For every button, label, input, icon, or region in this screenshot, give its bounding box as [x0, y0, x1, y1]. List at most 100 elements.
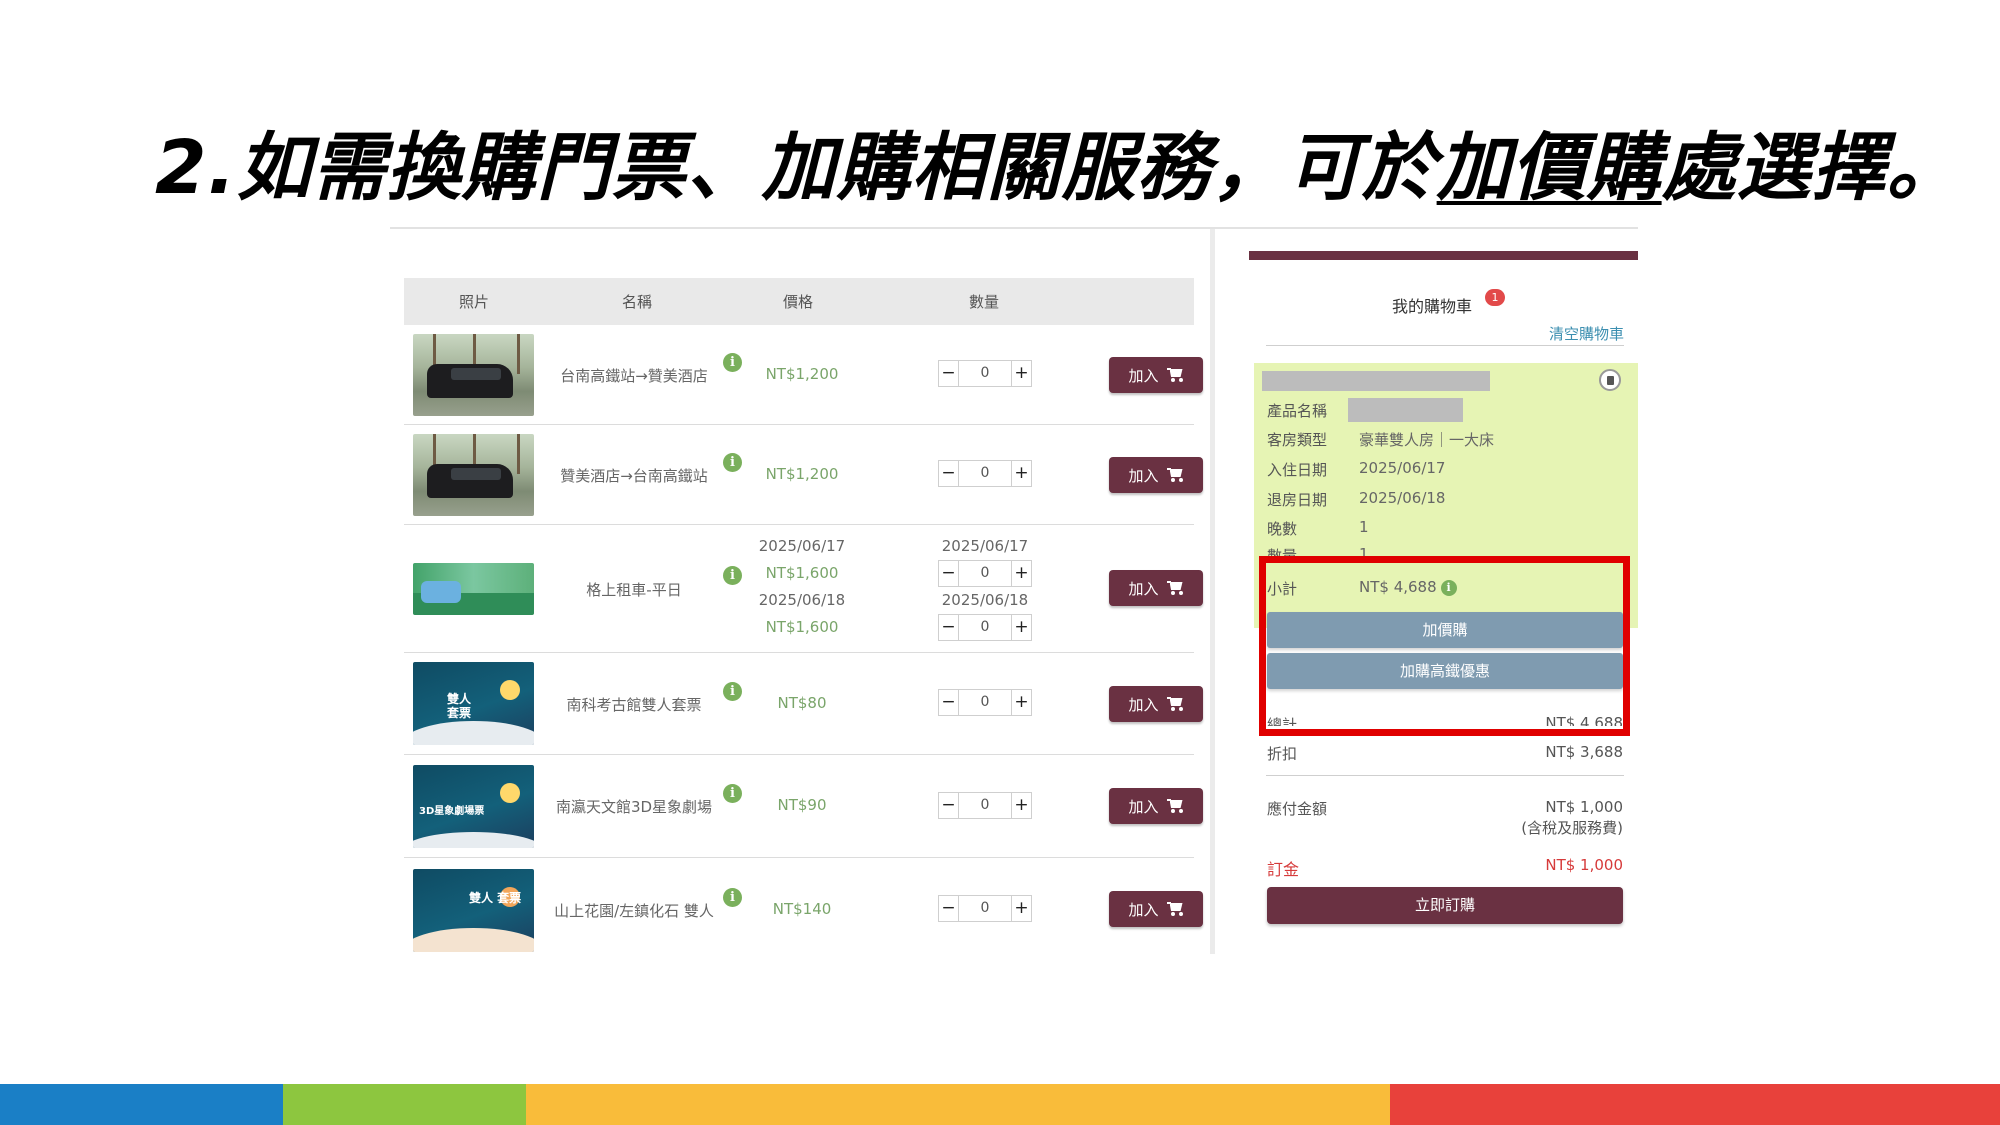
clear-cart-link[interactable]: 清空購物車	[1549, 323, 1624, 344]
info-icon[interactable]: i	[723, 784, 742, 803]
plus-icon[interactable]: +	[1011, 361, 1031, 386]
quantity-value[interactable]: 0	[959, 461, 1011, 486]
detail-value: 2025/06/17	[1359, 459, 1446, 477]
detail-label: 客房類型	[1267, 431, 1328, 449]
quantity-stepper[interactable]: − 0 +	[938, 560, 1032, 587]
plus-icon[interactable]: +	[1011, 793, 1031, 818]
add-button[interactable]: 加入	[1109, 788, 1203, 824]
cart-count-badge: 1	[1485, 289, 1505, 306]
product-price: NT$80	[777, 694, 827, 712]
van-photo-icon	[413, 434, 534, 516]
quantity-stepper[interactable]: − 0 +	[938, 895, 1032, 922]
quantity-value[interactable]: 0	[959, 690, 1011, 715]
cart-icon	[1166, 902, 1184, 916]
cart-icon	[1166, 581, 1184, 595]
poster-text: 雙人 套票	[469, 891, 522, 905]
header-price: 價格	[783, 293, 814, 311]
add-button[interactable]: 加入	[1109, 357, 1203, 393]
product-price: NT$1,600	[765, 564, 839, 582]
quantity-stepper[interactable]: − 0 +	[938, 360, 1032, 387]
plus-icon[interactable]: +	[1011, 461, 1031, 486]
footer-color-band	[0, 1084, 2000, 1125]
date-label: 2025/06/17	[758, 537, 846, 555]
payable-note: (含稅及服務費)	[1521, 819, 1623, 837]
cart-icon	[1166, 697, 1184, 711]
quantity-value[interactable]: 0	[959, 615, 1011, 640]
minus-icon[interactable]: −	[939, 561, 959, 586]
minus-icon[interactable]: −	[939, 793, 959, 818]
product-price: NT$90	[777, 796, 827, 814]
screenshot-top-border	[390, 227, 1638, 229]
footer-blue	[0, 1084, 283, 1125]
plus-icon[interactable]: +	[1011, 690, 1031, 715]
add-button[interactable]: 加入	[1109, 457, 1203, 493]
van-photo-icon	[413, 334, 534, 416]
panel-divider	[1210, 229, 1215, 954]
redacted-product-name	[1348, 398, 1463, 422]
discount-value: NT$ 3,688	[1545, 743, 1623, 761]
observatory-poster-icon: 3D星象劇場票	[413, 765, 534, 848]
info-icon[interactable]: i	[723, 682, 742, 701]
detail-value: 豪華雙人房｜一大床	[1359, 431, 1495, 449]
quantity-stepper[interactable]: − 0 +	[938, 614, 1032, 641]
info-icon[interactable]: i	[723, 353, 742, 372]
product-name: 山上花園/左鎮化石 雙人	[554, 902, 714, 920]
title-underlined-text: 加價購	[1436, 125, 1662, 211]
header-name: 名稱	[622, 293, 653, 311]
trash-icon[interactable]	[1599, 369, 1621, 391]
minus-icon[interactable]: −	[939, 896, 959, 921]
minus-icon[interactable]: −	[939, 461, 959, 486]
minus-icon[interactable]: −	[939, 690, 959, 715]
divider	[1266, 775, 1624, 776]
product-name: 南瀛天文館3D星象劇場	[555, 798, 713, 816]
detail-value: 1	[1359, 545, 1369, 556]
quantity-value[interactable]: 0	[959, 793, 1011, 818]
table-row: 台南高鐵站→贊美酒店 i NT$1,200 − 0 + 加入	[404, 325, 1203, 425]
minus-icon[interactable]: −	[939, 361, 959, 386]
plus-icon[interactable]: +	[1011, 896, 1031, 921]
product-name: 贊美酒店→台南高鐵站	[560, 467, 708, 485]
add-button-label: 加入	[1128, 797, 1159, 816]
date-label: 2025/06/17	[941, 537, 1029, 555]
add-button[interactable]: 加入	[1109, 686, 1203, 722]
plus-icon[interactable]: +	[1011, 615, 1031, 640]
clipped-detail-row: 數量 1	[1249, 545, 1638, 556]
add-button[interactable]: 加入	[1109, 891, 1203, 927]
divider	[1266, 345, 1624, 346]
cart-icon	[1166, 368, 1184, 382]
detail-value: 1	[1359, 518, 1369, 536]
cart-icon	[1166, 799, 1184, 813]
payable-value: NT$ 1,000	[1545, 798, 1623, 816]
order-now-button[interactable]: 立即訂購	[1267, 887, 1623, 924]
minus-icon[interactable]: −	[939, 615, 959, 640]
quantity-stepper[interactable]: − 0 +	[938, 460, 1032, 487]
table-row: 贊美酒店→台南高鐵站 i NT$1,200 − 0 + 加入	[404, 425, 1203, 525]
add-button-label: 加入	[1128, 695, 1159, 714]
redacted-hotel-name	[1262, 371, 1490, 391]
museum-poster-icon: 雙人 套票	[413, 662, 534, 745]
deposit-label: 訂金	[1267, 860, 1300, 879]
cart-icon	[1166, 468, 1184, 482]
info-icon[interactable]: i	[723, 566, 742, 585]
detail-label: 產品名稱	[1267, 402, 1328, 420]
plus-icon[interactable]: +	[1011, 561, 1031, 586]
poster-text: 3D星象劇場票	[419, 806, 485, 817]
cart-title: 我的購物車	[1392, 297, 1473, 316]
title-text: 2.如需換購門票、加購相關服務，可於	[155, 125, 1437, 211]
footer-red	[1390, 1084, 2000, 1125]
product-name: 台南高鐵站→贊美酒店	[560, 367, 708, 385]
quantity-stepper[interactable]: − 0 +	[938, 689, 1032, 716]
quantity-value[interactable]: 0	[959, 361, 1011, 386]
add-button[interactable]: 加入	[1109, 570, 1203, 606]
poster-text: 雙人 套票	[447, 692, 472, 720]
quantity-value[interactable]: 0	[959, 896, 1011, 921]
info-icon[interactable]: i	[723, 453, 742, 472]
table-row: 雙人 套票 山上花園/左鎮化石 雙人 i NT$140 − 0 + 加入	[404, 858, 1203, 956]
add-button-label: 加入	[1128, 366, 1159, 385]
cart-top-bar	[1249, 251, 1638, 260]
quantity-stepper[interactable]: − 0 +	[938, 792, 1032, 819]
info-icon[interactable]: i	[723, 888, 742, 907]
quantity-value[interactable]: 0	[959, 561, 1011, 586]
payable-label: 應付金額	[1267, 800, 1328, 818]
detail-label: 退房日期	[1267, 491, 1328, 509]
